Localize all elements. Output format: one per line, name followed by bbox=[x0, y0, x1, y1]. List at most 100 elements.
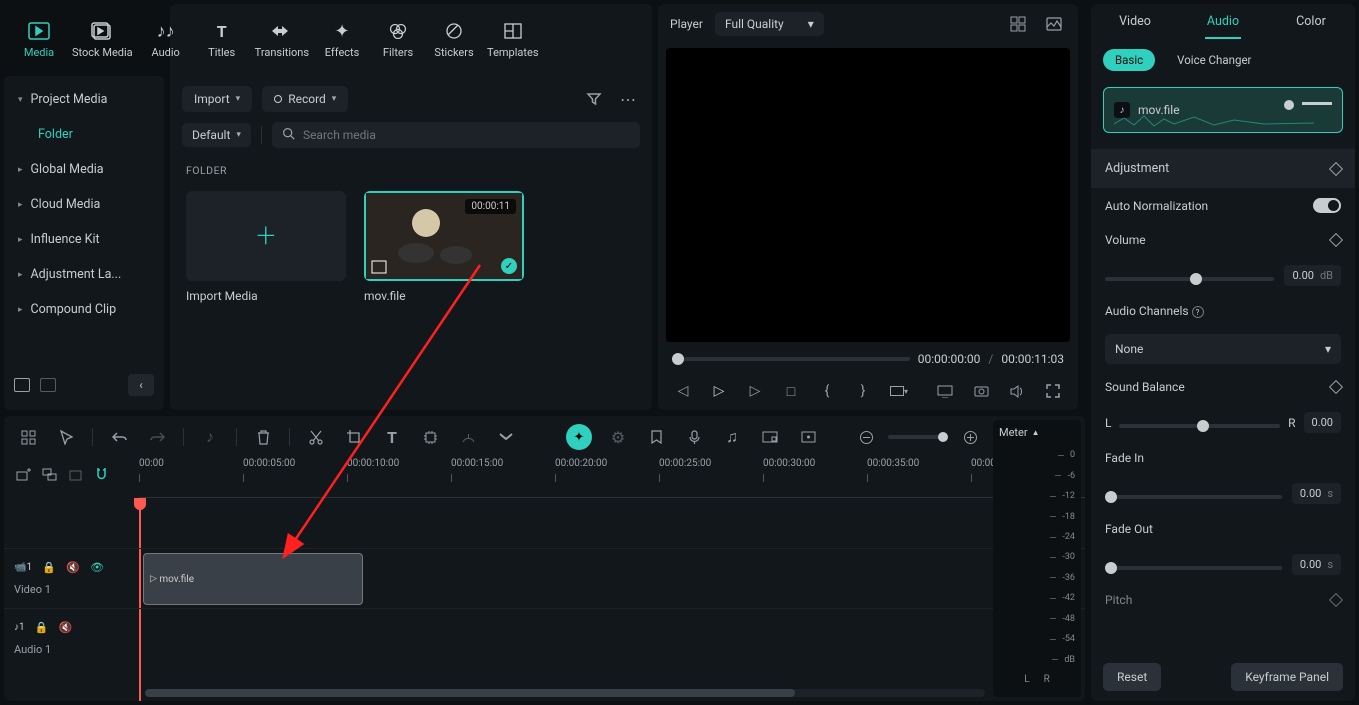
mute-icon[interactable]: 🔇 bbox=[59, 615, 73, 639]
eye-icon[interactable]: 👁 bbox=[90, 555, 104, 579]
redo-button[interactable] bbox=[145, 425, 169, 449]
track-button[interactable] bbox=[418, 425, 442, 449]
tab-stock-media[interactable]: Stock Media bbox=[68, 14, 137, 65]
speed-button[interactable] bbox=[456, 425, 480, 449]
tab-templates[interactable]: Templates bbox=[483, 14, 542, 65]
grid-icon[interactable] bbox=[16, 425, 40, 449]
auto-norm-toggle[interactable] bbox=[1313, 198, 1341, 213]
play-range-button[interactable]: ▷ bbox=[744, 380, 766, 402]
timeline-ruler[interactable]: 00:0000:00:05:0000:00:10:0000:00:15:0000… bbox=[139, 458, 1085, 498]
meter-label[interactable]: Meter▲ bbox=[999, 426, 1075, 439]
sidebar-global-media[interactable]: ▸Global Media bbox=[4, 152, 164, 187]
tab-filters[interactable]: Filters bbox=[371, 14, 425, 65]
scrub-slider[interactable] bbox=[672, 357, 910, 361]
delete-button[interactable] bbox=[251, 425, 275, 449]
text-button[interactable]: T bbox=[380, 425, 404, 449]
music-icon[interactable]: ♫ bbox=[720, 425, 744, 449]
settings-icon[interactable]: ⚙ bbox=[606, 425, 630, 449]
keyframe-diamond[interactable] bbox=[1329, 380, 1343, 394]
zoom-out-button[interactable] bbox=[854, 425, 878, 449]
audio-track[interactable] bbox=[139, 608, 1085, 668]
sidebar-influence-kit[interactable]: ▸Influence Kit bbox=[4, 222, 164, 257]
volume-value[interactable]: 0.00 bbox=[1292, 269, 1313, 282]
track-lock-icon[interactable] bbox=[66, 462, 84, 486]
keyframe-icon[interactable] bbox=[796, 425, 820, 449]
fade-out-slider[interactable] bbox=[1105, 566, 1282, 570]
lock-icon[interactable]: 🔒 bbox=[42, 555, 56, 579]
sidebar-compound-clip[interactable]: ▸Compound Clip bbox=[4, 292, 164, 327]
volume-button[interactable] bbox=[1006, 380, 1028, 402]
video-track[interactable]: ▷ mov.file bbox=[139, 548, 1085, 608]
tab-color[interactable]: Color bbox=[1267, 4, 1355, 39]
fade-out-value[interactable]: 0.00 bbox=[1300, 558, 1321, 571]
zoom-slider[interactable] bbox=[888, 435, 948, 439]
keyframe-panel-button[interactable]: Keyframe Panel bbox=[1231, 663, 1343, 691]
more-tools-button[interactable] bbox=[494, 425, 518, 449]
tab-audio[interactable]: ♪♪Audio bbox=[139, 14, 193, 65]
tab-audio[interactable]: Audio bbox=[1179, 4, 1267, 39]
undo-button[interactable] bbox=[107, 425, 131, 449]
audio-clip-card[interactable]: ♪ mov.file bbox=[1103, 87, 1343, 133]
volume-slider[interactable] bbox=[1105, 277, 1274, 281]
zoom-in-button[interactable] bbox=[958, 425, 982, 449]
timeline-clip[interactable]: ▷ mov.file bbox=[143, 553, 363, 605]
tab-video[interactable]: Video bbox=[1091, 4, 1179, 39]
track-add-icon[interactable] bbox=[14, 462, 32, 486]
ai-button[interactable]: ✦ bbox=[566, 424, 592, 450]
help-icon[interactable]: ? bbox=[1192, 306, 1204, 318]
subtab-basic[interactable]: Basic bbox=[1103, 49, 1155, 71]
adjustment-header[interactable]: Adjustment bbox=[1091, 149, 1355, 188]
tab-stickers[interactable]: Stickers bbox=[427, 14, 481, 65]
balance-value[interactable]: 0.00 bbox=[1312, 416, 1333, 429]
folder-remove-icon[interactable] bbox=[40, 378, 56, 392]
magnet-icon[interactable] bbox=[92, 462, 110, 486]
import-media-card[interactable]: + bbox=[186, 191, 346, 281]
keyframe-diamond[interactable] bbox=[1329, 593, 1343, 607]
fade-in-slider[interactable] bbox=[1105, 495, 1282, 499]
play-button[interactable]: ▷ bbox=[708, 380, 730, 402]
channels-select[interactable]: None▾ bbox=[1105, 334, 1341, 364]
tab-titles[interactable]: TTitles bbox=[195, 14, 249, 65]
scrollbar[interactable] bbox=[145, 689, 795, 697]
filter-icon[interactable] bbox=[582, 87, 606, 111]
tab-transitions[interactable]: Transitions bbox=[251, 14, 313, 65]
subtab-voice-changer[interactable]: Voice Changer bbox=[1165, 49, 1263, 71]
rect-icon[interactable] bbox=[758, 425, 782, 449]
fade-in-value[interactable]: 0.00 bbox=[1300, 487, 1321, 500]
record-button[interactable]: Record▾ bbox=[262, 86, 348, 112]
media-clip-thumb[interactable]: 00:00:11 ✓ bbox=[364, 191, 524, 281]
sidebar-cloud-media[interactable]: ▸Cloud Media bbox=[4, 187, 164, 222]
stop-button[interactable]: □ bbox=[780, 380, 802, 402]
tab-media[interactable]: Media bbox=[12, 14, 66, 65]
mark-out-button[interactable]: } bbox=[852, 380, 874, 402]
keyframe-diamond[interactable] bbox=[1329, 233, 1343, 247]
tab-effects[interactable]: ✦Effects bbox=[315, 14, 369, 65]
reset-button[interactable]: Reset bbox=[1103, 663, 1161, 691]
ratio-button[interactable]: ▾ bbox=[888, 380, 910, 402]
import-button[interactable]: Import▾ bbox=[182, 86, 252, 112]
prev-frame-button[interactable]: ◁ bbox=[672, 380, 694, 402]
cut-button[interactable] bbox=[304, 425, 328, 449]
fullscreen-button[interactable] bbox=[1042, 380, 1064, 402]
balance-slider[interactable] bbox=[1119, 424, 1280, 428]
sidebar-folder[interactable]: Folder bbox=[4, 117, 164, 152]
more-icon[interactable]: ⋯ bbox=[616, 87, 640, 111]
search-input[interactable] bbox=[303, 128, 630, 142]
sidebar-adjustment-layer[interactable]: ▸Adjustment La... bbox=[4, 257, 164, 292]
keyframe-dot[interactable] bbox=[1284, 100, 1294, 110]
mark-in-button[interactable]: { bbox=[816, 380, 838, 402]
collapse-button[interactable]: ‹ bbox=[128, 374, 154, 396]
lock-icon[interactable]: 🔒 bbox=[35, 615, 49, 639]
sort-default[interactable]: Default▾ bbox=[182, 123, 251, 147]
mic-icon[interactable] bbox=[682, 425, 706, 449]
snapshot-icon[interactable] bbox=[1042, 12, 1066, 36]
grid-view-icon[interactable] bbox=[1006, 12, 1030, 36]
mute-icon[interactable]: 🔇 bbox=[66, 555, 80, 579]
preview-viewport[interactable] bbox=[666, 48, 1070, 342]
sidebar-project-media[interactable]: ▾Project Media bbox=[4, 82, 164, 117]
bookmark-icon[interactable] bbox=[644, 425, 668, 449]
cursor-icon[interactable] bbox=[54, 425, 78, 449]
crop-button[interactable] bbox=[342, 425, 366, 449]
marker-icon[interactable]: ♪ bbox=[198, 425, 222, 449]
folder-add-icon[interactable] bbox=[14, 378, 30, 392]
